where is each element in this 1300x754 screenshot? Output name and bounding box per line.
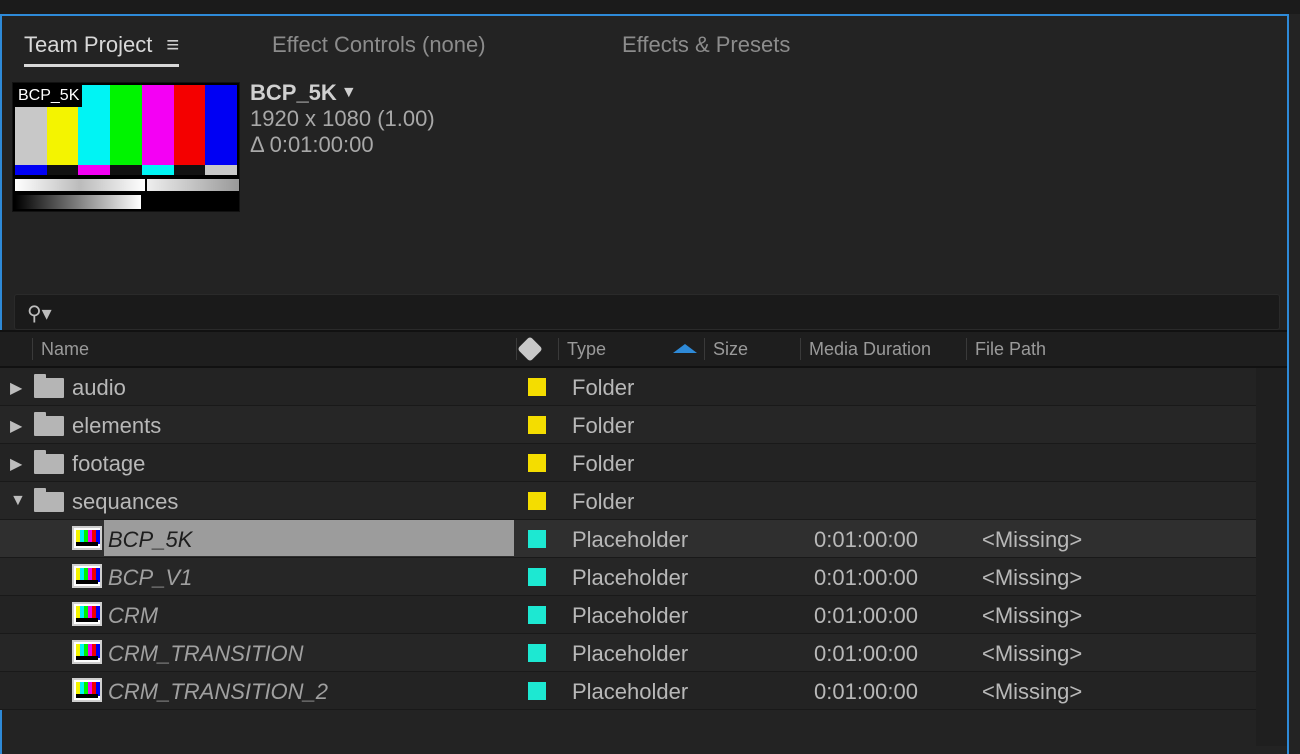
expand-triangle-icon[interactable]: ▶ xyxy=(10,454,22,474)
sequence-row-crm-transition[interactable]: CRM_TRANSITION Placeholder 0:01:00:00 <M… xyxy=(0,634,1287,672)
folder-name: footage xyxy=(72,451,146,476)
item-type: Placeholder xyxy=(572,679,689,704)
panel-menu-icon[interactable]: ≡ xyxy=(166,32,179,58)
item-file-path: <Missing> xyxy=(982,603,1083,628)
item-duration: 0:01:00:00 xyxy=(814,603,918,628)
sequence-name: CRM_TRANSITION xyxy=(108,641,304,666)
column-type[interactable]: Type xyxy=(558,338,703,360)
expand-triangle-icon[interactable]: ▶ xyxy=(10,416,22,436)
folder-icon xyxy=(34,374,64,398)
label-color-swatch[interactable] xyxy=(528,454,546,472)
sort-ascending-icon xyxy=(673,344,697,353)
sequence-row-bcp-5k[interactable]: BCP_5K Placeholder 0:01:00:00 <Missing> xyxy=(0,520,1287,558)
collapse-triangle-icon[interactable]: ▼ xyxy=(10,492,26,510)
folder-row-audio[interactable]: ▶ audio Folder xyxy=(0,368,1287,406)
folder-row-sequances[interactable]: ▼ sequances Folder xyxy=(0,482,1287,520)
sequence-name: CRM xyxy=(108,603,159,628)
sequence-icon xyxy=(72,678,102,702)
column-type-label: Type xyxy=(567,339,607,359)
label-color-swatch[interactable] xyxy=(528,568,546,586)
tab-effects-presets[interactable]: Effects & Presets xyxy=(622,32,790,58)
vertical-scrollbar[interactable] xyxy=(1256,368,1287,746)
sequence-row-crm-transition-2[interactable]: CRM_TRANSITION_2 Placeholder 0:01:00:00 … xyxy=(0,672,1287,710)
folder-row-footage[interactable]: ▶ footage Folder xyxy=(0,444,1287,482)
item-file-path: <Missing> xyxy=(982,527,1083,552)
column-file-path[interactable]: File Path xyxy=(966,338,1046,360)
expand-triangle-icon[interactable]: ▶ xyxy=(10,378,22,398)
preview-resolution: 1920 x 1080 (1.00) xyxy=(250,106,435,131)
item-type: Folder xyxy=(572,451,635,476)
search-input[interactable] xyxy=(65,299,1249,327)
folder-icon xyxy=(34,450,64,474)
label-color-swatch[interactable] xyxy=(528,530,546,548)
item-type: Placeholder xyxy=(572,565,689,590)
item-type: Folder xyxy=(572,375,635,400)
column-name[interactable]: Name xyxy=(32,338,89,360)
item-file-path: <Missing> xyxy=(982,565,1083,590)
item-duration: 0:01:00:00 xyxy=(814,641,918,666)
thumbnail-label: BCP_5K xyxy=(15,85,83,107)
column-size[interactable]: Size xyxy=(704,338,748,360)
sequence-icon xyxy=(72,564,102,588)
item-type: Placeholder xyxy=(572,641,689,666)
search-icon[interactable]: ⚲▾ xyxy=(27,301,52,326)
column-media-duration[interactable]: Media Duration xyxy=(800,338,931,360)
folder-icon xyxy=(34,412,64,436)
sequence-icon xyxy=(72,602,102,626)
search-bar[interactable]: ⚲▾ xyxy=(14,294,1280,330)
sequence-row-bcp-v1[interactable]: BCP_V1 Placeholder 0:01:00:00 <Missing> xyxy=(0,558,1287,596)
item-duration: 0:01:00:00 xyxy=(814,527,918,552)
label-color-swatch[interactable] xyxy=(528,644,546,662)
column-label[interactable] xyxy=(516,336,555,362)
folder-name: elements xyxy=(72,413,162,438)
label-color-swatch[interactable] xyxy=(528,606,546,624)
sequence-name: BCP_5K xyxy=(108,527,193,552)
preview-title-row[interactable]: BCP_5K ▼ xyxy=(250,80,435,106)
tab-team-project-label: Team Project xyxy=(24,32,153,57)
item-duration: 0:01:00:00 xyxy=(814,679,918,704)
top-strip xyxy=(0,0,1300,14)
preview-thumbnail: BCP_5K xyxy=(12,82,240,212)
label-color-swatch[interactable] xyxy=(528,492,546,510)
tab-team-project[interactable]: Team Project ≡ xyxy=(24,32,180,67)
preview-title: BCP_5K xyxy=(250,80,337,105)
sequence-name: CRM_TRANSITION_2 xyxy=(108,679,329,704)
folder-icon xyxy=(34,488,64,512)
item-type: Placeholder xyxy=(572,527,689,552)
folder-name: audio xyxy=(72,375,126,400)
item-duration: 0:01:00:00 xyxy=(814,565,918,590)
label-color-swatch[interactable] xyxy=(528,682,546,700)
tab-effect-controls[interactable]: Effect Controls (none) xyxy=(272,32,486,58)
item-type: Folder xyxy=(572,413,635,438)
preview-info: BCP_5K ▼ 1920 x 1080 (1.00) Δ 0:01:00:00 xyxy=(250,80,435,158)
label-color-swatch[interactable] xyxy=(528,416,546,434)
label-tag-icon xyxy=(517,336,543,362)
preview-duration: Δ 0:01:00:00 xyxy=(250,132,374,157)
folder-row-elements[interactable]: ▶ elements Folder xyxy=(0,406,1287,444)
caret-down-icon[interactable]: ▼ xyxy=(341,84,357,101)
item-file-path: <Missing> xyxy=(982,679,1083,704)
sequence-name: BCP_V1 xyxy=(108,565,193,590)
sequence-icon xyxy=(72,640,102,664)
column-header: Name Type Size Media Duration File Path xyxy=(0,330,1287,368)
item-type: Placeholder xyxy=(572,603,689,628)
folder-name: sequances xyxy=(72,489,179,514)
sequence-row-crm[interactable]: CRM Placeholder 0:01:00:00 <Missing> xyxy=(0,596,1287,634)
project-list: ▶ audio Folder ▶ elements Folder ▶ foota… xyxy=(0,368,1287,710)
sequence-icon xyxy=(72,526,102,550)
item-type: Folder xyxy=(572,489,635,514)
label-color-swatch[interactable] xyxy=(528,378,546,396)
item-file-path: <Missing> xyxy=(982,641,1083,666)
